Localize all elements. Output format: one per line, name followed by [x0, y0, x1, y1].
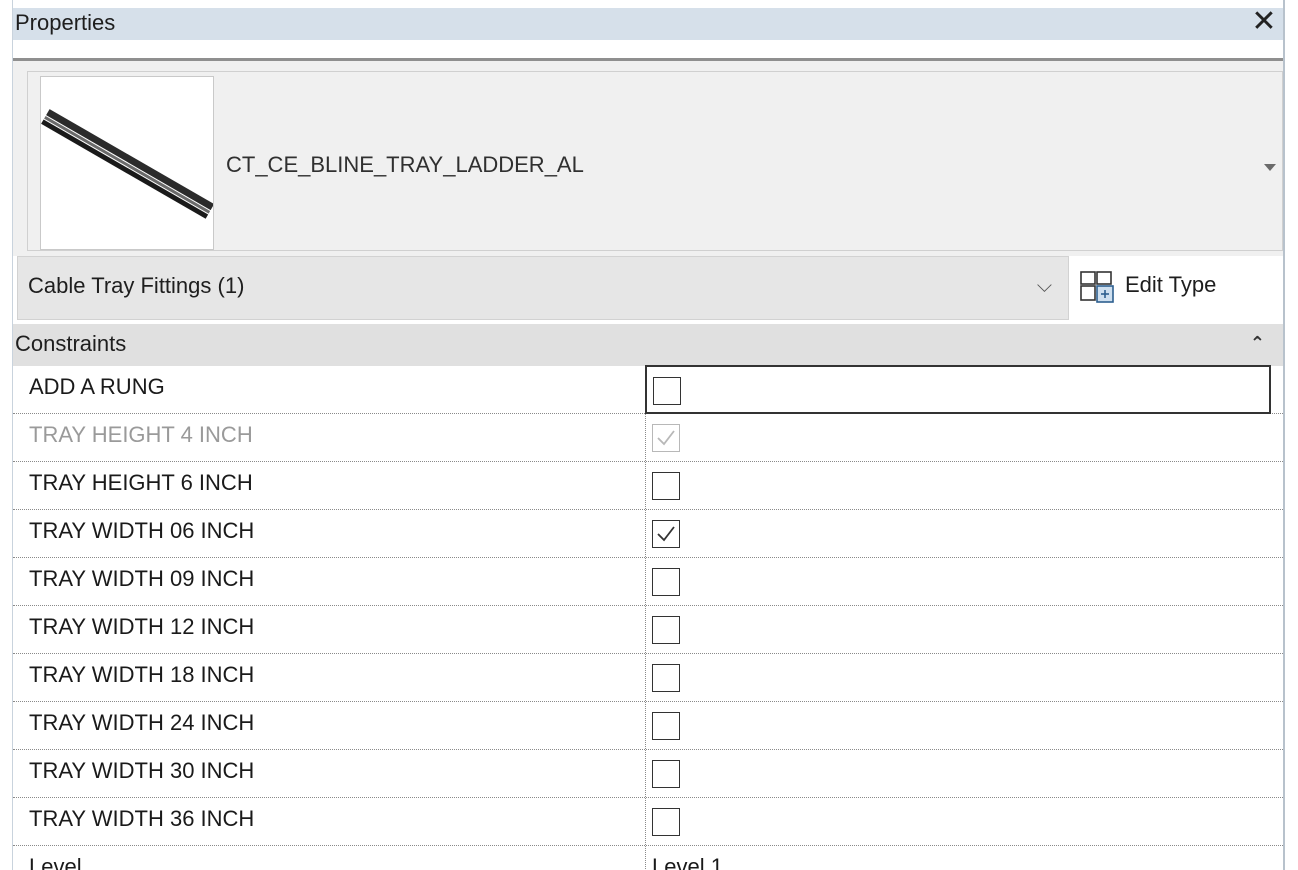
type-selector-box[interactable]: CT_CE_BLINE_TRAY_LADDER_AL: [27, 71, 1283, 251]
parameter-row[interactable]: TRAY WIDTH 24 INCH: [13, 702, 1283, 750]
parameter-checkbox[interactable]: [652, 712, 680, 740]
edit-type-label: Edit Type: [1125, 272, 1217, 297]
edit-type-button[interactable]: Edit Type: [1079, 256, 1279, 318]
parameter-table: ADD A RUNG TRAY HEIGHT 4 INCH TRAY HEIGHT …: [13, 365, 1283, 870]
parameter-row[interactable]: TRAY WIDTH 12 INCH: [13, 606, 1283, 654]
section-label: Constraints: [15, 331, 127, 356]
parameter-value-cell[interactable]: [645, 750, 1274, 797]
parameter-value-cell[interactable]: [645, 510, 1274, 557]
dropdown-arrow-icon[interactable]: [1264, 164, 1276, 171]
parameter-row[interactable]: TRAY WIDTH 36 INCH: [13, 798, 1283, 846]
parameter-label: TRAY WIDTH 30 INCH: [29, 758, 255, 783]
parameter-checkbox[interactable]: [652, 760, 680, 788]
parameter-checkbox[interactable]: [652, 472, 680, 500]
type-name: CT_CE_BLINE_TRAY_LADDER_AL: [226, 152, 584, 177]
edit-type-icon: [1079, 270, 1117, 304]
parameter-label: TRAY WIDTH 12 INCH: [29, 614, 255, 639]
parameter-label: TRAY HEIGHT 6 INCH: [29, 470, 253, 495]
parameter-row[interactable]: TRAY HEIGHT 4 INCH: [13, 414, 1283, 462]
parameter-label: TRAY WIDTH 09 INCH: [29, 566, 255, 591]
parameter-row[interactable]: TRAY WIDTH 09 INCH: [13, 558, 1283, 606]
parameter-value-cell[interactable]: [645, 558, 1274, 605]
parameter-row[interactable]: TRAY WIDTH 18 INCH: [13, 654, 1283, 702]
parameter-value-cell[interactable]: [645, 798, 1274, 845]
parameter-checkbox: [652, 424, 680, 452]
parameter-value-cell[interactable]: Level 1: [645, 846, 1274, 870]
parameter-label: Level: [29, 854, 82, 870]
parameter-value-cell[interactable]: [645, 606, 1274, 653]
category-filter-label: Cable Tray Fittings (1): [28, 273, 245, 298]
parameter-checkbox[interactable]: [653, 377, 681, 405]
parameter-checkbox[interactable]: [652, 520, 680, 548]
parameter-value-cell[interactable]: [645, 462, 1274, 509]
title-bar: Properties ✕: [13, 7, 1283, 40]
section-header-constraints[interactable]: Constraints ⌃: [13, 324, 1283, 366]
collapse-icon[interactable]: ⌃: [1250, 333, 1265, 354]
parameter-row[interactable]: ADD A RUNG: [13, 365, 1283, 414]
parameter-value: Level 1: [652, 854, 723, 870]
properties-panel: Properties ✕ CT_CE_BLINE_TRAY_LADDER_AL …: [12, 0, 1285, 870]
parameter-value-cell[interactable]: [645, 414, 1274, 461]
parameter-label: TRAY HEIGHT 4 INCH: [29, 422, 253, 447]
parameter-checkbox[interactable]: [652, 568, 680, 596]
close-icon[interactable]: ✕: [1249, 7, 1279, 38]
panel-title: Properties: [15, 10, 116, 35]
cable-tray-ladder-thumbnail: [40, 76, 215, 250]
parameter-value-cell[interactable]: [645, 365, 1271, 414]
parameter-label: TRAY WIDTH 24 INCH: [29, 710, 255, 735]
parameter-row[interactable]: TRAY WIDTH 30 INCH: [13, 750, 1283, 798]
filter-row: Cable Tray Fittings (1) ⌵ Edit Type: [13, 256, 1283, 322]
parameter-checkbox[interactable]: [652, 808, 680, 836]
parameter-label: TRAY WIDTH 18 INCH: [29, 662, 255, 687]
parameter-value-cell[interactable]: [645, 702, 1274, 749]
parameter-label: TRAY WIDTH 36 INCH: [29, 806, 255, 831]
chevron-down-icon: ⌵: [1036, 275, 1052, 297]
parameter-label: TRAY WIDTH 06 INCH: [29, 518, 255, 543]
category-filter-select[interactable]: Cable Tray Fittings (1) ⌵: [17, 256, 1069, 320]
parameter-checkbox[interactable]: [652, 616, 680, 644]
parameter-value-cell[interactable]: [645, 654, 1274, 701]
type-selector[interactable]: CT_CE_BLINE_TRAY_LADDER_AL: [13, 58, 1283, 258]
parameter-label: ADD A RUNG: [29, 374, 165, 399]
parameter-row[interactable]: Level Level 1: [13, 846, 1283, 870]
parameter-row[interactable]: TRAY HEIGHT 6 INCH: [13, 462, 1283, 510]
parameter-checkbox[interactable]: [652, 664, 680, 692]
parameter-row[interactable]: TRAY WIDTH 06 INCH: [13, 510, 1283, 558]
